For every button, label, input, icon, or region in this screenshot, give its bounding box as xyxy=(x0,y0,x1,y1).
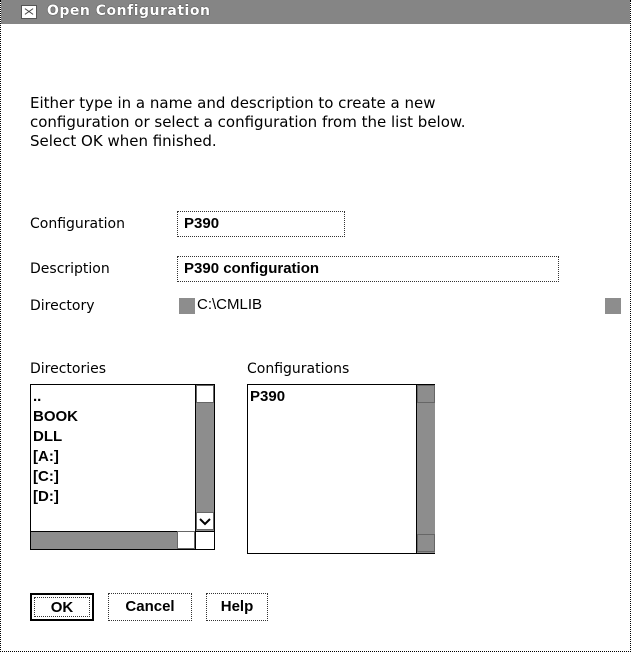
title-bar[interactable]: Open Configuration xyxy=(1,0,630,24)
directories-vertical-scrollbar[interactable] xyxy=(195,385,214,531)
configurations-list: P390 xyxy=(250,387,285,407)
configurations-vertical-scrollbar[interactable] xyxy=(416,385,435,553)
directory-marker-icon xyxy=(179,298,195,314)
list-item[interactable]: BOOK xyxy=(33,407,78,427)
list-item[interactable]: DLL xyxy=(33,427,78,447)
configuration-input[interactable]: P390 xyxy=(177,211,345,237)
directory-label: Directory xyxy=(30,298,95,314)
configuration-label: Configuration xyxy=(30,216,125,232)
scroll-down-icon[interactable] xyxy=(196,512,214,530)
instructions-text: Either type in a name and description to… xyxy=(30,94,466,150)
directories-label: Directories xyxy=(30,361,107,377)
list-item[interactable]: P390 xyxy=(250,387,285,407)
cancel-button[interactable]: Cancel xyxy=(108,593,192,621)
window-title: Open Configuration xyxy=(47,3,211,19)
system-menu-icon[interactable] xyxy=(21,5,37,19)
scroll-down-icon[interactable] xyxy=(417,534,435,552)
directory-value: C:\CMLIB xyxy=(197,296,263,313)
list-item[interactable]: .. xyxy=(33,387,78,407)
directories-horizontal-scrollbar[interactable] xyxy=(31,531,195,549)
list-item[interactable]: [A:] xyxy=(33,447,78,467)
directories-list: .. BOOK DLL [A:] [C:] [D:] xyxy=(33,387,78,507)
open-configuration-dialog: Open Configuration Either type in a name… xyxy=(0,0,631,652)
ok-button[interactable]: OK xyxy=(30,593,94,621)
list-item[interactable]: [C:] xyxy=(33,467,78,487)
directory-right-marker-icon xyxy=(605,298,621,314)
scroll-up-icon[interactable] xyxy=(196,385,214,403)
list-item[interactable]: [D:] xyxy=(33,487,78,507)
scroll-up-icon[interactable] xyxy=(417,385,435,403)
help-button[interactable]: Help xyxy=(206,593,268,621)
scrollbar-corner xyxy=(195,531,214,549)
configurations-label: Configurations xyxy=(247,361,350,377)
configurations-listbox[interactable]: P390 xyxy=(247,384,435,554)
description-input[interactable]: P390 configuration xyxy=(177,256,559,282)
scroll-right-icon[interactable] xyxy=(177,531,195,549)
description-label: Description xyxy=(30,261,110,277)
directories-listbox[interactable]: .. BOOK DLL [A:] [C:] [D:] xyxy=(30,384,215,550)
